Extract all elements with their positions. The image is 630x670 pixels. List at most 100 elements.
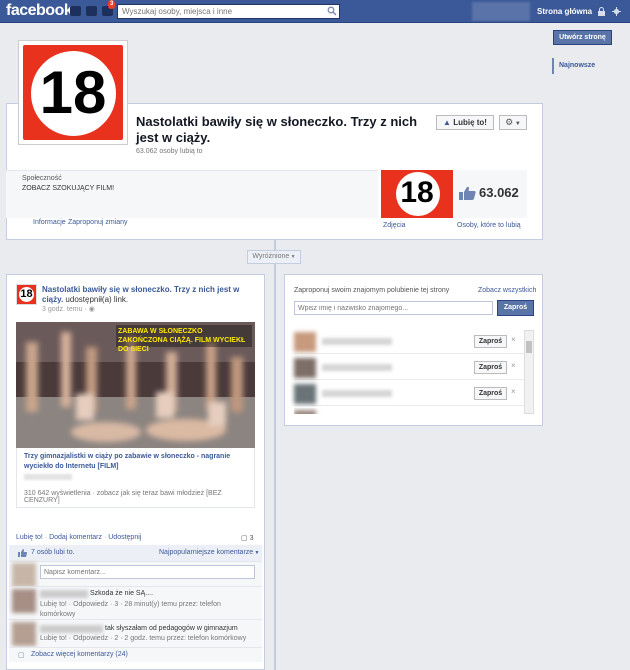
friend-avatar — [294, 358, 316, 378]
friend-avatar — [294, 410, 316, 414]
comment-meta: Lubię to! · Odpowiedz · 2 · 2 godz. temu… — [40, 634, 246, 644]
post-timestamp[interactable]: 3 godz. temu · ◉ — [42, 305, 95, 313]
suggest-edits-link[interactable]: Zaproponuj zmiany — [68, 219, 128, 226]
separator-dot: · — [60, 219, 63, 226]
search-input[interactable] — [117, 4, 340, 19]
post-header: Nastolatki bawiły się w słoneczko. Trzy … — [42, 285, 254, 305]
comment-meta-text-2: komórkowy — [40, 611, 76, 618]
view-more-comments-link[interactable]: Zobacz więcej komentarzy (24) — [31, 651, 128, 658]
invite-friend-button[interactable]: Zaproś — [474, 361, 507, 374]
dismiss-icon[interactable]: × — [511, 387, 516, 396]
friend-avatar — [294, 384, 316, 404]
post-author-avatar[interactable]: 18 — [16, 284, 37, 305]
comment-input[interactable] — [40, 565, 255, 579]
thumbs-up-icon — [18, 549, 27, 557]
add-comment-link[interactable]: Dodaj komentarz — [49, 534, 102, 541]
page-category: Społeczność — [22, 175, 62, 182]
badge-number-tiny: 18 — [20, 288, 33, 300]
invite-button[interactable]: Zaproś — [497, 300, 534, 316]
like-summary-text[interactable]: 7 osób lubi to. — [31, 549, 75, 556]
invite-card-title: Zaproponuj swoim znajomym polubienie tej… — [294, 287, 450, 294]
age-18-badge: 18 — [23, 45, 123, 140]
dismiss-icon[interactable]: × — [511, 335, 516, 344]
thumbs-up-icon: ▲ — [443, 118, 451, 127]
dismiss-icon[interactable]: × — [511, 361, 516, 370]
friend-suggestion-row — [294, 408, 524, 414]
settings-gear-icon[interactable] — [612, 7, 621, 16]
page-likes-text[interactable]: 63.062 osoby lubią to — [136, 148, 203, 155]
comment-count-value: 3 — [249, 535, 254, 542]
comment-meta-text: Lubię to! · Odpowiedz · 2 · 2 godz. temu… — [40, 635, 247, 642]
scrollbar-thumb[interactable] — [526, 341, 532, 353]
page-profile-picture[interactable]: 18 — [18, 40, 128, 145]
friend-requests-icon[interactable] — [70, 6, 81, 16]
share-link[interactable]: Udostępnij — [108, 534, 141, 541]
chevron-down-icon: ▼ — [253, 550, 260, 556]
timeline-nav-latest[interactable]: Najnowsze — [559, 62, 595, 69]
link-preview-title[interactable]: Trzy gimnazjalistki w ciąży po zabawie w… — [24, 452, 249, 472]
comment-count[interactable]: ▢ 3 — [241, 534, 253, 542]
comment-text: tak słyszałam od pedagogów w gimnazjum — [105, 625, 238, 632]
link-preview-domain — [24, 474, 72, 480]
home-link[interactable]: Strona główna — [537, 7, 592, 16]
friend-avatar — [294, 332, 316, 352]
friend-suggestion-row: Zaproś × — [294, 382, 524, 406]
like-post-link[interactable]: Lubię to! — [16, 534, 43, 541]
timeline-spine — [274, 240, 276, 670]
invite-friend-button[interactable]: Zaproś — [474, 387, 507, 400]
likes-count: 63.062 — [479, 185, 519, 200]
badge-number-small: 18 — [400, 176, 434, 209]
badge-number: 18 — [39, 59, 107, 126]
friend-suggestion-row: Zaproś × — [294, 330, 524, 354]
image-banner-text: ZABAWA W SŁONECZKO ZAKOŃCZONA CIĄŻĄ. FIL… — [116, 325, 252, 353]
commenter-name[interactable] — [40, 590, 88, 598]
page-settings-button[interactable]: ⚙ ▼ — [499, 115, 527, 130]
facebook-logo[interactable]: facebook — [6, 2, 73, 20]
age-18-badge-tiny: 18 — [17, 285, 36, 304]
commenter-avatar[interactable] — [12, 589, 36, 613]
search-icon[interactable] — [327, 6, 337, 16]
featured-filter-button[interactable]: Wyróżnione ▼ — [247, 250, 301, 264]
profile-link[interactable] — [472, 2, 530, 21]
comment-bubble-icon: ▢ — [241, 535, 248, 542]
see-all-link[interactable]: Zobacz wszystkich — [478, 287, 536, 294]
post-link-image[interactable]: ZABAWA W SŁONECZKO ZAKOŃCZONA CIĄŻĄ. FIL… — [16, 322, 255, 448]
timeline-nav-indicator — [552, 58, 554, 74]
likers-link[interactable]: Osoby, które to lubią — [457, 222, 521, 229]
like-page-label: Lubię to! — [453, 118, 487, 127]
invite-friend-button[interactable]: Zaproś — [474, 335, 507, 348]
chevron-down-icon: ▼ — [289, 254, 296, 260]
friend-list-scrollbar[interactable] — [524, 330, 534, 414]
comment-text: Szkoda że nie SĄ.... — [90, 590, 154, 597]
link-preview-description: 310 642 wyświetlenia · zobacz jak się te… — [24, 490, 222, 504]
create-page-button[interactable]: Utwórz stronę — [553, 30, 612, 45]
friend-name — [322, 390, 392, 397]
current-user-avatar — [12, 563, 36, 587]
photos-thumbnail[interactable]: 18 — [381, 170, 453, 218]
thumbs-up-icon — [459, 186, 476, 200]
page-title: Nastolatki bawiły się w słoneczko. Trzy … — [136, 114, 418, 145]
post-actions: Lubię to! · Dodaj komentarz · Udostępnij — [16, 534, 141, 541]
friend-name — [322, 338, 392, 345]
like-page-button[interactable]: ▲ Lubię to! — [436, 115, 494, 130]
friend-suggestion-row: Zaproś × — [294, 356, 524, 380]
comment-sort-label: Najpopularniejsze komentarze — [159, 549, 254, 556]
top-bar: facebook 3 Strona główna — [0, 0, 630, 23]
messages-icon[interactable] — [86, 6, 97, 16]
friend-name — [322, 364, 392, 371]
post-action-text: udostępnił(a) link. — [63, 295, 129, 304]
friend-name-input[interactable] — [294, 301, 493, 315]
chevron-down-icon: ▼ — [513, 121, 521, 127]
page-about: ZOBACZ SZOKUJĄCY FILM! — [22, 185, 115, 192]
account-lock-icon[interactable] — [597, 7, 606, 16]
age-18-badge-small: 18 — [381, 170, 453, 218]
comment-bubble-icon: ▢ — [18, 652, 25, 659]
globe-icon: ◉ — [88, 306, 95, 313]
comment-sort-dropdown[interactable]: Najpopularniejsze komentarze ▼ — [159, 549, 260, 556]
featured-label: Wyróżnione — [252, 253, 290, 260]
notification-count-badge: 3 — [108, 0, 116, 9]
commenter-avatar[interactable] — [12, 622, 36, 646]
commenter-name[interactable] — [40, 625, 103, 633]
photos-link[interactable]: Zdjęcia — [383, 222, 406, 229]
comment-meta: Lubię to! · Odpowiedz · 3 · 28 minut(y) … — [40, 600, 221, 620]
